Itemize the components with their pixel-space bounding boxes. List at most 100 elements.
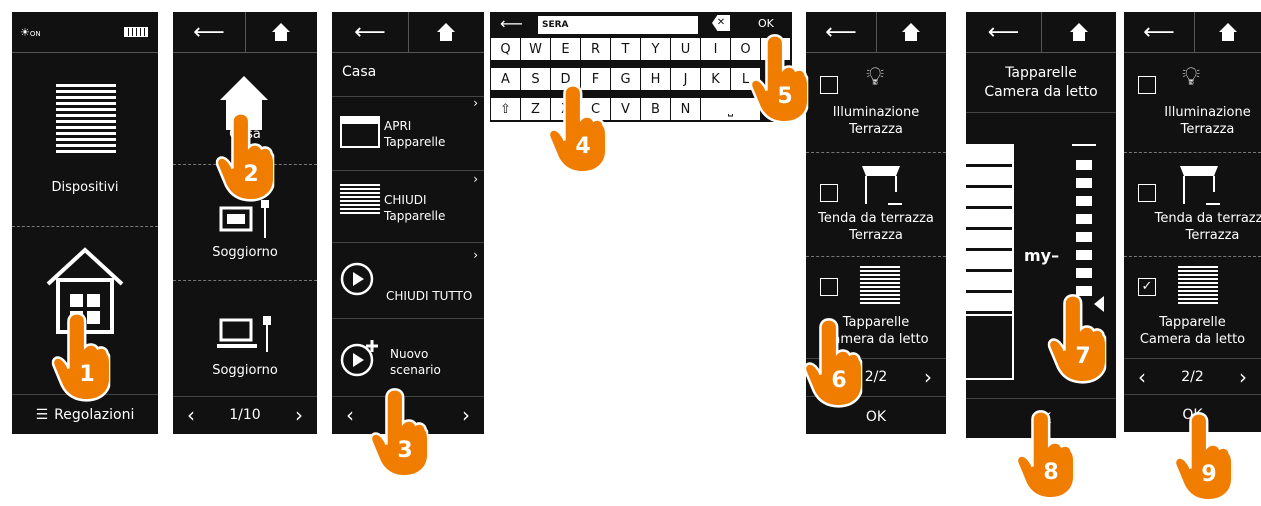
header-bar: ⟵ [966, 12, 1116, 53]
header-bar: ⟵ [1124, 12, 1261, 53]
key-g[interactable]: G [611, 68, 640, 90]
sofa-lamp-icon[interactable] [217, 198, 279, 242]
step-7-finger: 7 [1046, 292, 1108, 384]
step-1-finger: 1 [50, 310, 112, 402]
devices-label[interactable]: Dispositivi [12, 179, 158, 196]
device-lighting-label: Illuminazione Terrazza [832, 105, 920, 137]
blind-icon [1178, 266, 1218, 306]
home-icon [437, 23, 455, 41]
step-number: 7 [1075, 344, 1091, 369]
device-title: Tapparelle Camera da letto [984, 65, 1098, 100]
next-page-icon[interactable]: › [295, 403, 303, 427]
checkbox-blind[interactable] [820, 278, 838, 296]
key-v[interactable]: V [611, 98, 640, 120]
chevron-right-icon: › [473, 96, 478, 110]
step-number: 8 [1043, 460, 1059, 485]
ok-button[interactable]: OK [758, 17, 774, 30]
step-5-finger: 5 [748, 32, 810, 124]
key-y[interactable]: Y [641, 38, 670, 60]
chevron-right-icon: › [473, 172, 478, 186]
keyboard-screen: ⟵ SERA ✕ OK QWERTYUIOPASDFGHJKLZXCVBN ⇧ … [490, 12, 792, 122]
prev-page-icon[interactable]: ‹ [187, 403, 195, 427]
add-scenario-icon[interactable] [340, 338, 380, 378]
checkbox-blind-checked[interactable]: ✓ [1138, 278, 1156, 296]
key-u[interactable]: U [671, 38, 700, 60]
my-position-label: my– [1024, 246, 1060, 265]
closed-blind-icon[interactable] [340, 184, 380, 216]
key-t[interactable]: T [611, 38, 640, 60]
key-w[interactable]: W [521, 38, 550, 60]
back-button[interactable]: ⟵ [500, 14, 523, 33]
pager: ‹ 1/10 › [173, 396, 317, 432]
key-i[interactable]: I [701, 38, 730, 60]
checkbox-awning[interactable] [820, 184, 838, 202]
back-button[interactable]: ⟵ [173, 12, 246, 52]
play-icon[interactable] [340, 262, 374, 296]
step-6-finger: 6 [802, 316, 864, 408]
key-b[interactable]: B [641, 98, 670, 120]
home-button[interactable] [1041, 12, 1116, 52]
prev-page-icon[interactable]: ‹ [346, 403, 354, 427]
device-lighting-label: Illuminazione Terrazza [1164, 105, 1251, 137]
tv-lamp-icon[interactable] [217, 312, 279, 356]
checkbox-lighting[interactable] [1138, 76, 1156, 94]
pager: ‹ 2/2 › [1124, 358, 1261, 394]
blind-visual [966, 144, 1014, 380]
next-page-icon[interactable]: › [462, 403, 470, 427]
next-page-icon[interactable]: › [1239, 365, 1247, 389]
step-number: 6 [831, 368, 847, 393]
new-scenario[interactable]: Nuovo scenario [390, 346, 441, 378]
step-number: 2 [243, 162, 259, 187]
key-j[interactable]: J [671, 68, 700, 90]
home-button[interactable] [245, 12, 317, 52]
scenario-open[interactable]: APRI Tapparelle [384, 118, 445, 150]
shift-key[interactable]: ⇧ [491, 98, 520, 120]
key-e[interactable]: E [551, 38, 580, 60]
back-button[interactable]: ⟵ [332, 12, 409, 52]
open-blind-icon[interactable] [340, 116, 380, 148]
key-h[interactable]: H [641, 68, 670, 90]
screen-select-devices-checked: ⟵ 💡︎ Illuminazione Terrazza Tenda da terr… [1124, 12, 1261, 432]
step-3-finger: 3 [368, 386, 430, 478]
checkbox-awning[interactable] [1138, 184, 1156, 202]
step-number: 3 [397, 438, 413, 463]
home-icon [902, 23, 920, 41]
step-number: 9 [1201, 462, 1217, 487]
blind-device-icon[interactable] [56, 84, 116, 156]
home-icon [272, 23, 290, 41]
room-label-soggiorno-2[interactable]: Soggiorno [173, 362, 317, 379]
name-input[interactable]: SERA [538, 16, 698, 34]
key-q[interactable]: Q [491, 38, 520, 60]
backspace-icon[interactable]: ✕ [712, 15, 730, 31]
step-8-finger: 8 [1014, 408, 1076, 500]
scenario-close[interactable]: CHIUDI Tapparelle [384, 192, 445, 224]
page-title: Casa [342, 64, 377, 80]
step-2-finger: 2 [214, 110, 276, 202]
back-button[interactable]: ⟵ [1124, 12, 1195, 52]
prev-page-icon[interactable]: ‹ [1138, 365, 1146, 389]
header-bar: ⟵ [173, 12, 317, 53]
back-arrow-icon: ⟵ [987, 19, 1020, 45]
header-bar: ⟵ [806, 12, 946, 53]
device-awning-label: Tenda da terrazza Terrazza [818, 211, 934, 243]
device-blind-label: Tapparelle Camera da letto [1139, 315, 1246, 347]
room-label-soggiorno-1[interactable]: Soggiorno [173, 244, 317, 261]
device-awning-label: Tenda da terrazza Terrazza [1154, 211, 1261, 243]
next-page-icon[interactable]: › [924, 365, 932, 389]
back-button[interactable]: ⟵ [966, 12, 1042, 52]
sun-on-icon: ☀ON [20, 26, 41, 39]
key-n[interactable]: N [671, 98, 700, 120]
checkbox-lighting[interactable] [820, 76, 838, 94]
home-button[interactable] [1194, 12, 1261, 52]
awning-icon [862, 166, 902, 205]
step-9-finger: 9 [1172, 410, 1234, 502]
home-button[interactable] [408, 12, 484, 52]
back-arrow-icon: ⟵ [354, 19, 386, 45]
screen-rooms: ⟵ Casa Soggiorno Soggiorno ‹ 1/10 › [173, 12, 317, 434]
key-k[interactable]: K [701, 68, 730, 90]
key-r[interactable]: R [581, 38, 610, 60]
home-button[interactable] [876, 12, 946, 52]
key-a[interactable]: A [491, 68, 520, 90]
scenario-close-all[interactable]: CHIUDI TUTTO [386, 288, 472, 305]
back-button[interactable]: ⟵ [806, 12, 877, 52]
